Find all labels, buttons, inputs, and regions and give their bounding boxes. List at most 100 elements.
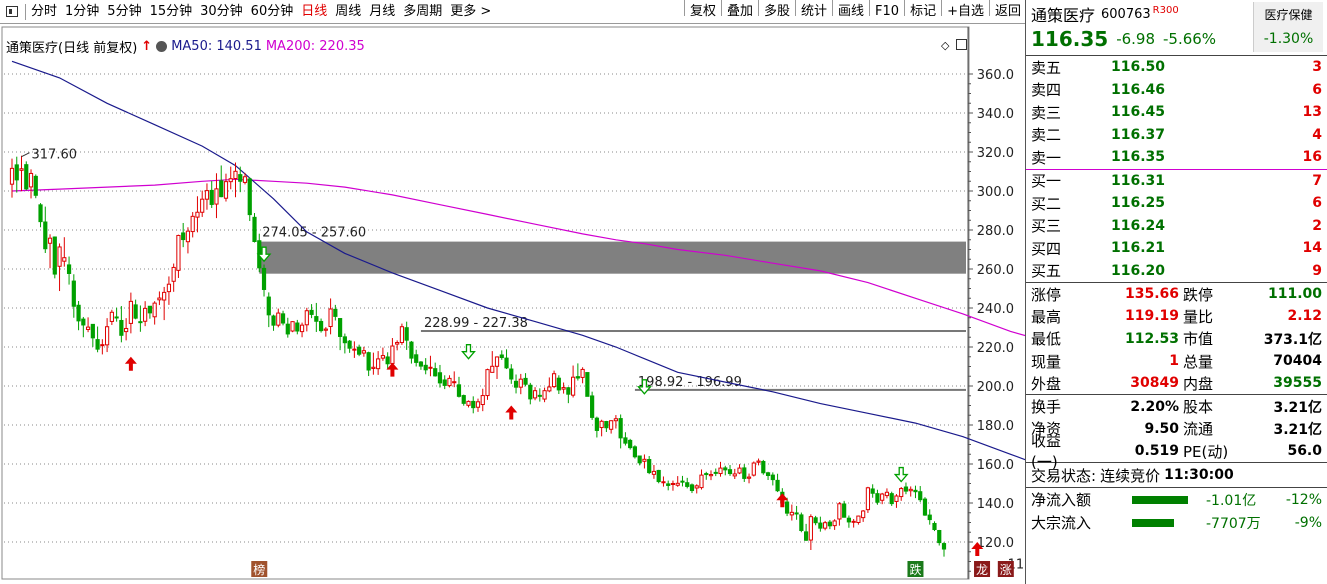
candle-body: [228, 178, 233, 183]
stat-label: 内盘: [1183, 374, 1214, 393]
candle-body: [147, 305, 152, 314]
candle-body: [708, 474, 714, 477]
candle-body: [390, 345, 395, 365]
stat-value: 39555: [1273, 375, 1322, 392]
candle-body: [475, 401, 481, 408]
period-tab-3[interactable]: 15分钟: [146, 0, 197, 24]
zone-label: 274.05 - 257.60: [262, 226, 366, 241]
y-tick-label: 160.0: [977, 458, 1014, 473]
tool-button-4[interactable]: 画线: [834, 0, 868, 24]
candle-body: [271, 315, 276, 326]
candle-body: [252, 216, 257, 243]
period-tab-10[interactable]: 更多 >: [446, 0, 495, 24]
candle-body: [509, 368, 514, 380]
sell-book: 卖五 116.50 3 卖四 116.46 6 卖三 116.45 13 卖二 116.37 4 卖一 1…: [1026, 56, 1327, 169]
candle-body: [38, 204, 43, 223]
candle-body: [590, 395, 595, 418]
period-tab-8[interactable]: 月线: [365, 0, 399, 24]
sells-volume: 13: [1302, 104, 1322, 121]
period-tab-4[interactable]: 30分钟: [196, 0, 247, 24]
candle-body: [124, 327, 129, 333]
candle-body: [299, 324, 305, 333]
tool-button-7[interactable]: +自选: [943, 0, 988, 24]
tool-button-5[interactable]: F10: [871, 0, 903, 24]
stat-label: 涨停: [1031, 285, 1062, 304]
candle-body: [162, 291, 167, 301]
candle-body: [266, 296, 271, 316]
tool-button-2[interactable]: 多股: [760, 0, 794, 24]
flow-label: 净流入额: [1031, 491, 1092, 510]
period-tab-2[interactable]: 5分钟: [103, 0, 145, 24]
y-tick-label: 300.0: [977, 185, 1014, 200]
buys-volume: 7: [1312, 172, 1322, 189]
stat-row: 最高 119.19 量比 2.12: [1026, 305, 1327, 327]
stat-label: 现量: [1031, 352, 1062, 371]
candle-body: [90, 323, 95, 339]
candle-body: [357, 346, 362, 355]
y-tick-label: 200.0: [977, 380, 1014, 395]
candle-body: [133, 304, 138, 319]
stat-value: 112.53: [1124, 330, 1179, 347]
diamond-icon[interactable]: ◇: [941, 39, 949, 52]
flow-row: 净流入额 -1.01亿 -12%: [1026, 488, 1327, 511]
candle-body: [494, 356, 500, 367]
candle-body: [813, 517, 818, 524]
candle-body: [200, 198, 205, 213]
candle-body: [804, 531, 809, 541]
candle-body: [290, 321, 295, 332]
candle-body: [566, 387, 571, 395]
window-icon[interactable]: [956, 39, 967, 50]
candle-body: [727, 469, 733, 475]
candle-body: [542, 390, 547, 400]
candle-body: [57, 246, 62, 267]
period-tab-1[interactable]: 1分钟: [61, 0, 103, 24]
candle-body: [889, 493, 894, 505]
tool-button-0[interactable]: 复权: [686, 0, 720, 24]
sells-price: 116.35: [1111, 149, 1166, 166]
buys-label: 买一: [1031, 172, 1062, 191]
candle-body: [157, 297, 162, 301]
candle-body: [128, 300, 133, 324]
candle-body: [352, 348, 357, 351]
buys-row: 买四 116.21 14: [1026, 237, 1327, 260]
period-tab-6[interactable]: 日线: [297, 0, 331, 24]
candle-body: [880, 493, 885, 501]
period-tab-9[interactable]: 多周期: [399, 0, 446, 24]
tool-button-3[interactable]: 统计: [797, 0, 831, 24]
stat-value: 3.21亿: [1273, 421, 1322, 438]
candle-body: [9, 167, 15, 185]
period-tab-5[interactable]: 60分钟: [247, 0, 298, 24]
sells-label: 卖五: [1031, 58, 1062, 77]
tool-button-1[interactable]: 叠加: [723, 0, 757, 24]
candle-body: [670, 483, 676, 485]
sells-price: 116.37: [1111, 126, 1166, 143]
candle-body: [618, 418, 623, 439]
stat-row: 涨停 135.66 跌停 111.00: [1026, 283, 1327, 305]
candle-body: [504, 357, 509, 369]
candle-body: [95, 339, 100, 350]
stat-value: 119.19: [1124, 308, 1179, 325]
menu-icon[interactable]: [6, 6, 18, 17]
candle-body: [865, 487, 871, 511]
candle-body: [551, 373, 557, 388]
period-tab-7[interactable]: 周线: [331, 0, 365, 24]
candle-body: [204, 190, 210, 200]
tool-button-6[interactable]: 标记: [906, 0, 940, 24]
candle-body: [823, 522, 828, 529]
candle-body: [366, 352, 371, 371]
event-badge-label: 涨: [1000, 562, 1012, 577]
divider: [869, 0, 871, 16]
candle-body: [171, 266, 176, 282]
candle-body: [580, 368, 585, 378]
candle-body: [233, 170, 238, 180]
divider: [25, 3, 26, 20]
candle-body: [870, 488, 875, 494]
kline-chart-area[interactable]: 通策医疗(日线 前复权) ↑ MA50: 140.51 MA200: 220.3…: [0, 25, 1154, 584]
candle-body: [423, 364, 428, 371]
tool-button-8[interactable]: 返回: [991, 0, 1025, 24]
settings-dot-icon[interactable]: [156, 41, 168, 52]
candle-body: [466, 400, 471, 406]
price-change-pct: -5.66%: [1163, 30, 1217, 48]
stats-block-2: 换手 2.20% 股本 3.21亿 净资 9.50 流通 3.21亿 收益(一) 0.519 PE(…: [1026, 395, 1327, 471]
period-tab-0[interactable]: 分时: [27, 0, 61, 24]
